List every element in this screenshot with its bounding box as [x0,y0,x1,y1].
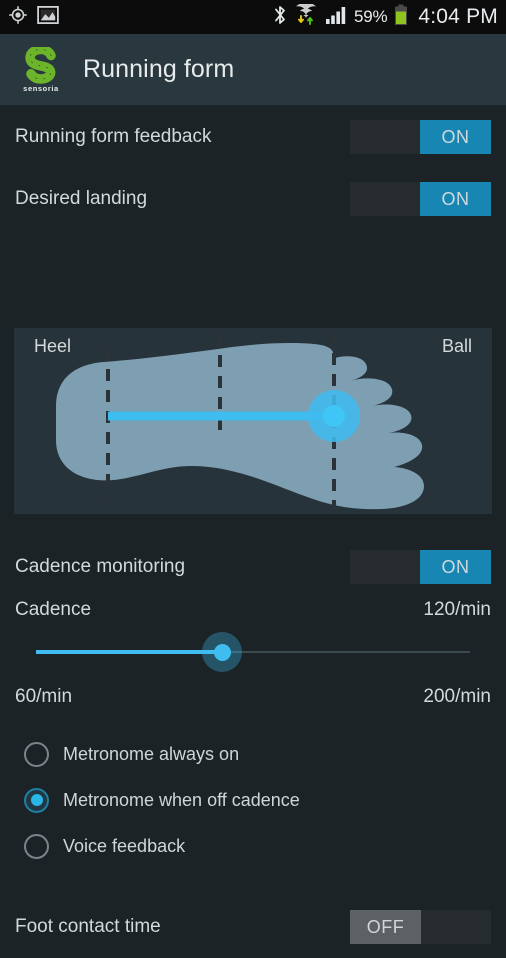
status-bar-clock: 4:04 PM [418,5,498,28]
settings-content: Running form feedback ON Desired landing… [0,106,506,944]
landing-position-diagram[interactable]: Heel Ball [14,328,492,514]
cadence-monitoring-label: Cadence monitoring [15,556,186,577]
setting-row-cadence-monitoring[interactable]: Cadence monitoring ON [0,536,506,598]
setting-row-running-form-feedback[interactable]: Running form feedback ON [0,106,506,168]
battery-icon [394,4,408,31]
status-bar-right-icons: 59% 4:04 PM [273,1,498,31]
radio-label: Metronome always on [63,743,240,764]
radio-button[interactable] [24,787,49,813]
toggle-thumb: ON [420,550,491,584]
cadence-min-label: 60/min [15,686,73,707]
radio-option-metronome-when-off-cadence[interactable]: Metronome when off cadence [24,785,300,815]
radio-label: Voice feedback [63,835,186,856]
setting-row-foot-contact-time[interactable]: Foot contact time OFF [0,896,506,958]
cadence-max-label: 200/min [423,686,491,707]
action-bar: sensoria Running form [0,34,506,106]
sensoria-s-icon [25,46,56,84]
sensoria-logo-subtext: sensoria [23,83,59,93]
running-form-feedback-toggle[interactable]: ON [350,120,491,154]
cadence-slider[interactable] [36,630,470,674]
cadence-range-labels: 60/min 200/min [0,686,506,708]
cadence-header: Cadence 120/min [0,599,506,621]
wifi-icon [294,1,318,31]
slider-knob[interactable] [213,643,231,661]
battery-percent-label: 59% [353,7,388,26]
bluetooth-icon [273,4,287,31]
status-bar: 59% 4:04 PM [0,0,506,34]
status-bar-left-icons [8,5,59,30]
running-form-feedback-label: Running form feedback [15,126,212,147]
toggle-thumb: ON [420,120,491,154]
slider-track-fill [36,650,223,654]
landing-marker-knob [323,405,345,427]
radio-option-metronome-always-on[interactable]: Metronome always on [24,739,239,769]
desired-landing-toggle[interactable]: ON [350,182,491,216]
cellular-signal-icon [325,5,347,30]
cadence-monitoring-toggle[interactable]: ON [350,550,491,584]
foot-shape-icon [56,332,424,510]
radio-label: Metronome when off cadence [63,789,300,810]
foot-contact-time-label: Foot contact time [15,916,161,937]
foot-contact-time-toggle[interactable]: OFF [350,910,491,944]
radio-button[interactable] [24,741,49,767]
setting-row-desired-landing[interactable]: Desired landing ON [0,168,506,230]
cadence-label: Cadence [15,599,92,620]
desired-landing-label: Desired landing [15,188,148,209]
gps-location-icon [8,5,28,30]
page-title: Running form [83,55,235,83]
sensoria-logo[interactable]: sensoria [15,42,67,98]
radio-button[interactable] [24,833,49,859]
radio-option-voice-feedback[interactable]: Voice feedback [24,831,185,861]
screenshot-image-icon [37,5,59,29]
toggle-thumb: OFF [350,910,421,944]
cadence-value: 120/min [423,599,491,620]
toggle-thumb: ON [420,182,491,216]
